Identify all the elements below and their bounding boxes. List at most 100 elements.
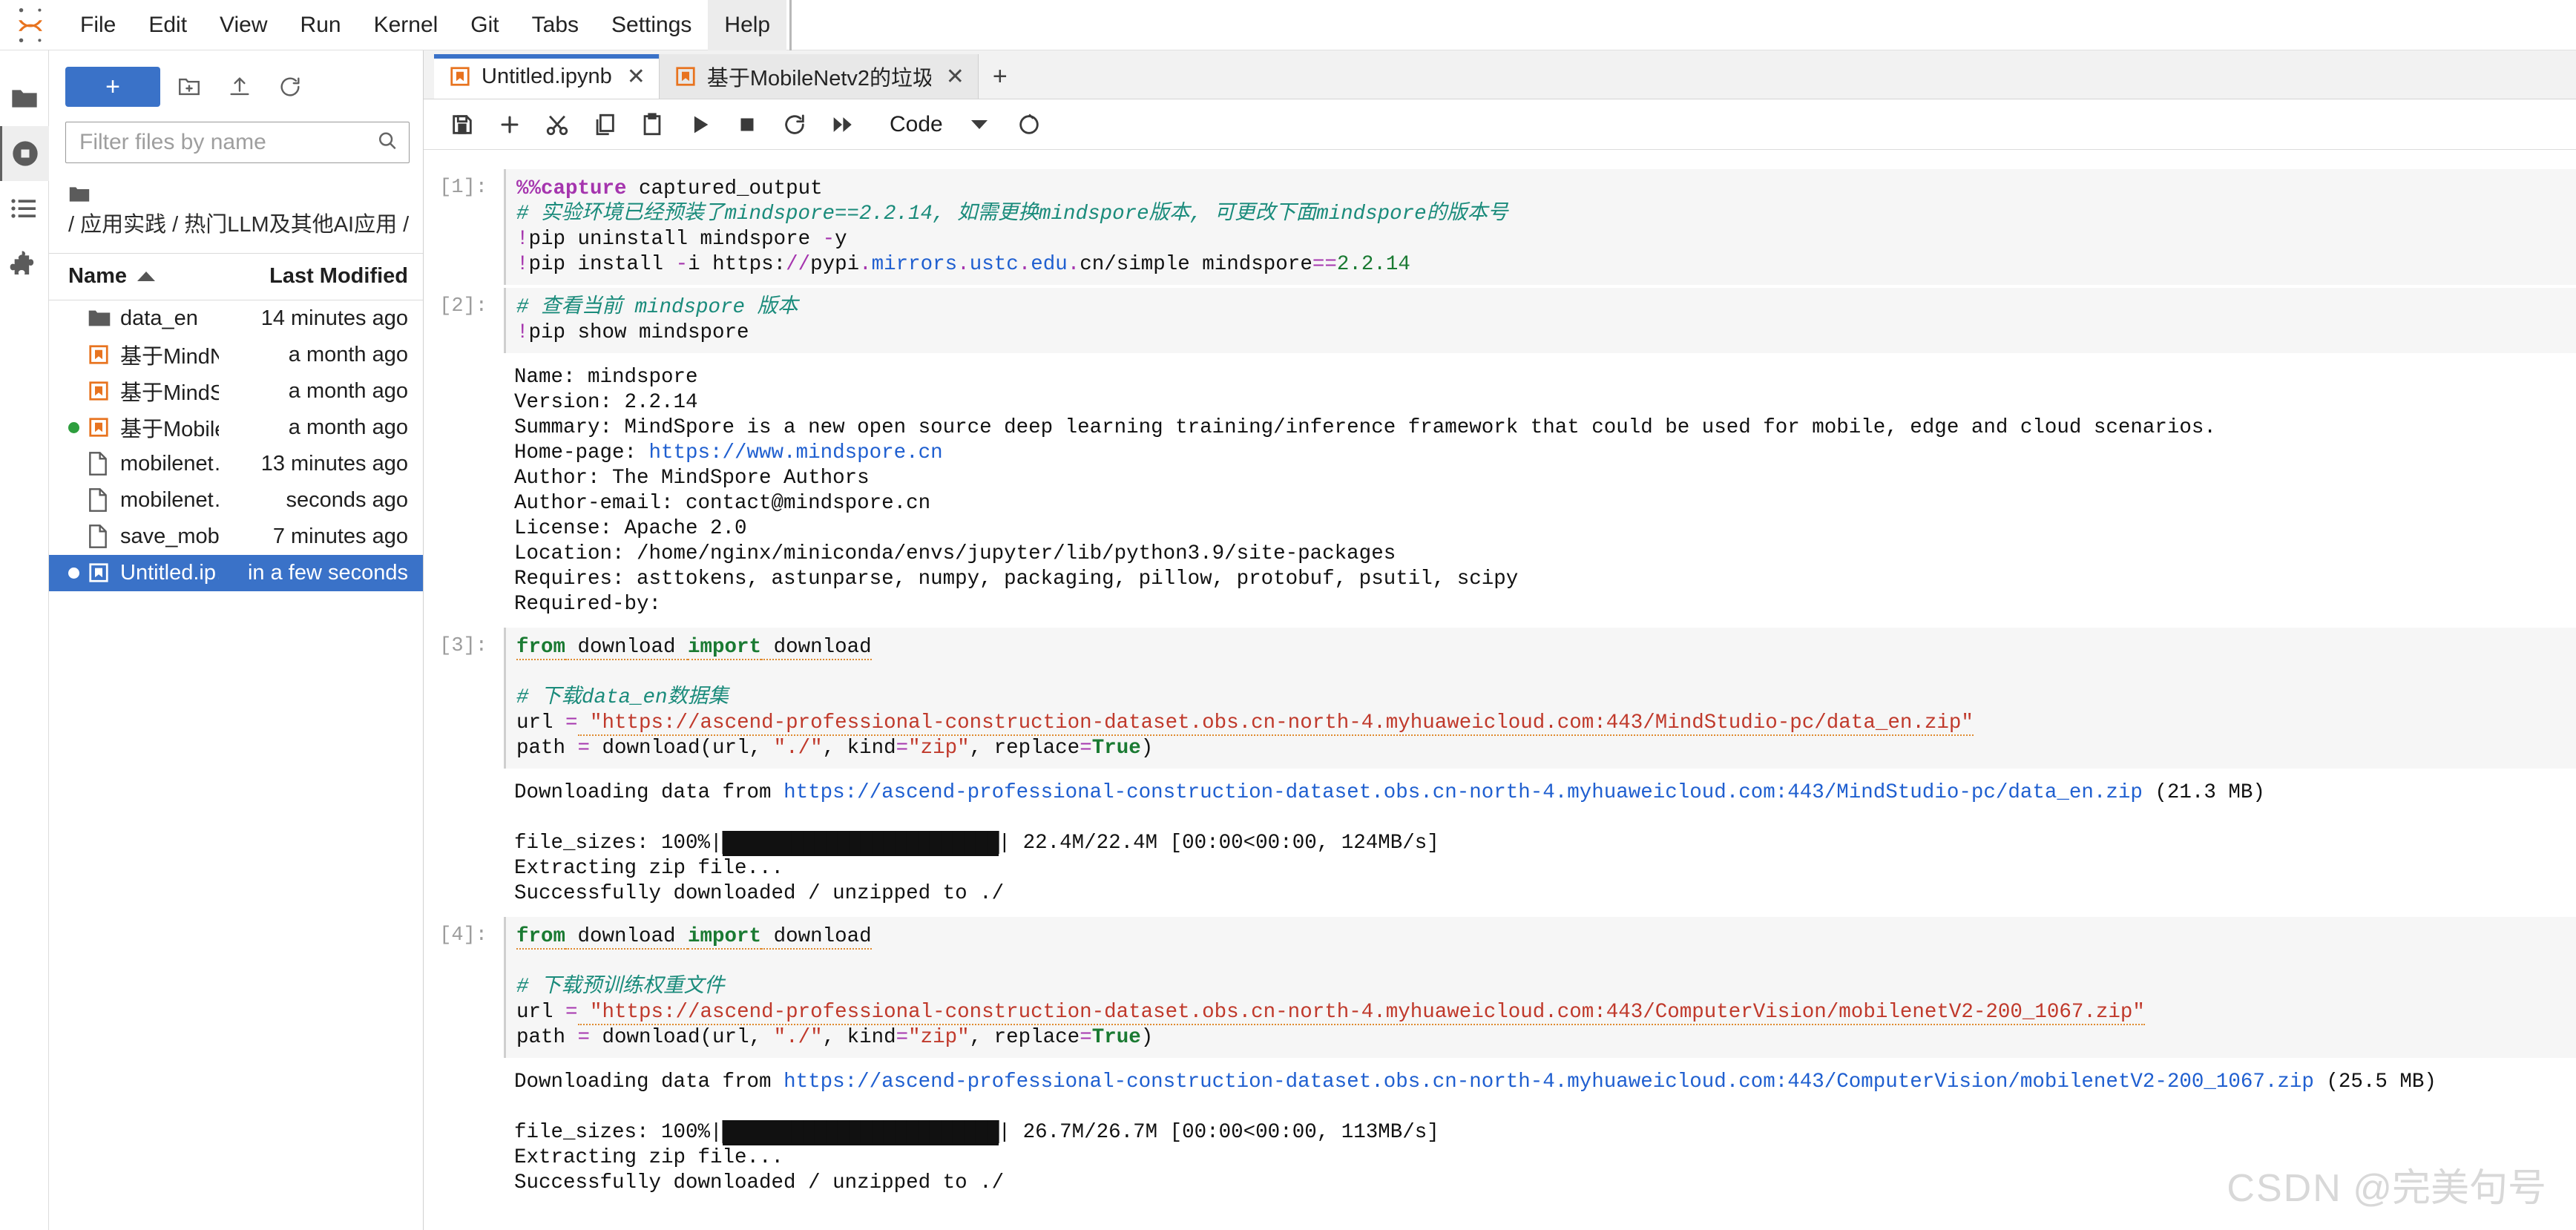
cell-input[interactable]: # 查看当前 mindspore 版本 !pip show mindspore	[504, 288, 2576, 353]
code-line: Author: The MindSpore Authors	[514, 466, 2576, 491]
upload-button[interactable]	[218, 67, 261, 107]
code-token: ustc	[969, 253, 1019, 276]
insert-cell-button[interactable]	[489, 104, 530, 145]
search-icon	[376, 130, 398, 156]
code-token: , kind	[822, 737, 896, 760]
cell-type-select[interactable]: Code	[890, 112, 988, 137]
sidebar-item-file-browser[interactable]	[0, 71, 49, 126]
menu-item-settings[interactable]: Settings	[595, 0, 708, 50]
code-line: # 查看当前 mindspore 版本	[516, 295, 2576, 320]
menu-item-help[interactable]: Help	[708, 0, 787, 50]
notebook-cell[interactable]: [2]: # 查看当前 mindspore 版本 !pip show mindspo…	[424, 288, 2576, 625]
close-icon[interactable]: ✕	[946, 64, 965, 90]
jupyter-logo-icon	[13, 6, 47, 45]
code-token: import	[688, 925, 762, 950]
code-token: =	[577, 1026, 591, 1049]
kernel-status-indicator[interactable]	[1008, 104, 1050, 145]
jupyterlab-window: File Edit View Run Kernel Git Tabs Setti…	[0, 0, 2576, 1230]
tab-label: Untitled.ipynb	[482, 64, 612, 88]
sidebar-item-running-terminals[interactable]	[0, 126, 49, 181]
list-item[interactable]: 基于Mobile… a month ago	[49, 410, 423, 446]
close-icon[interactable]: ✕	[627, 64, 645, 90]
code-token: pip show mindspore	[528, 321, 749, 344]
code-token: )	[1140, 1026, 1154, 1049]
code-token: //	[786, 253, 811, 276]
list-item[interactable]: mobilenet… seconds ago	[49, 482, 423, 519]
new-launcher-button[interactable]: +	[65, 67, 160, 107]
menu-item-view[interactable]: View	[203, 0, 283, 50]
column-header-name[interactable]: Name	[68, 264, 223, 289]
list-item[interactable]: Untitled.ip… in a few seconds	[49, 554, 423, 591]
menu-item-kernel[interactable]: Kernel	[358, 0, 455, 50]
sort-ascending-icon	[137, 272, 155, 282]
notebook-icon	[88, 562, 120, 584]
new-folder-button[interactable]	[168, 67, 211, 107]
list-item[interactable]: save_mobi… 7 minutes ago	[49, 519, 423, 555]
save-button[interactable]	[441, 104, 483, 145]
new-tab-button[interactable]: +	[979, 54, 1022, 99]
code-line: from download import download	[516, 635, 2576, 660]
cell-input[interactable]: from download import download # 下载预训练权重文…	[504, 917, 2576, 1058]
chevron-down-icon	[970, 119, 988, 129]
list-item-modified: a month ago	[288, 415, 408, 439]
list-item-modified: seconds ago	[286, 487, 408, 512]
new-launcher-label: +	[105, 73, 120, 101]
list-item[interactable]: 基于MindS… a month ago	[49, 373, 423, 410]
menu-item-tabs[interactable]: Tabs	[516, 0, 595, 50]
search-input[interactable]	[66, 122, 409, 162]
code-line: !pip show mindspore	[516, 320, 2576, 346]
list-item[interactable]: 基于MindN… a month ago	[49, 337, 423, 373]
cell-input[interactable]: from download import download # 下载data_e…	[504, 628, 2576, 769]
sidebar-item-table-of-contents[interactable]	[0, 181, 49, 236]
breadcrumb[interactable]: / 应用实践 / 热门LLM及其他AI应用 /	[49, 175, 423, 253]
column-header-last-modified[interactable]: Last Modified	[223, 264, 408, 289]
list-item-label: Untitled.ip…	[120, 560, 219, 585]
tab-untitled-ipynb[interactable]: Untitled.ipynb ✕	[434, 54, 660, 99]
filter-box[interactable]	[65, 122, 410, 163]
cut-button[interactable]	[536, 104, 578, 145]
cell-input[interactable]: %%capture captured_output # 实验环境已经预装了mind…	[504, 169, 2576, 285]
menu-item-run[interactable]: Run	[284, 0, 358, 50]
tab-bar: Untitled.ipynb ✕ 基于MobileNetv2的垃圾分类 ✕ +	[424, 50, 2576, 99]
code-token: y	[835, 228, 847, 251]
folder-icon	[68, 182, 91, 211]
filter-row	[49, 117, 423, 175]
restart-kernel-button[interactable]	[774, 104, 815, 145]
menu-item-edit[interactable]: Edit	[132, 0, 203, 50]
notebook-content[interactable]: [1]: %%capture captured_output # 实验环境已经预装了…	[424, 150, 2576, 1230]
sidebar-item-extension-manager[interactable]	[0, 236, 49, 291]
notebook-icon	[88, 416, 120, 438]
save-icon	[453, 114, 472, 134]
tab-mobilenetv2-notebook[interactable]: 基于MobileNetv2的垃圾分类 ✕	[659, 54, 979, 99]
file-icon	[88, 524, 120, 548]
code-line: path = download(url, "./", kind="zip", r…	[516, 736, 2576, 761]
code-token: =	[577, 737, 591, 760]
menu-item-git[interactable]: Git	[454, 0, 515, 50]
code-token: -	[675, 253, 689, 276]
code-token: path	[516, 737, 578, 760]
code-token: url	[516, 711, 566, 734]
code-line: Summary: MindSpore is a new open source …	[514, 415, 2576, 441]
refresh-button[interactable]	[269, 67, 312, 107]
code-line: url = "https://ascend-professional-const…	[516, 711, 2576, 736]
notebook-cell[interactable]: [3]: from download import download # 下载da…	[424, 628, 2576, 914]
list-item-modified: 13 minutes ago	[260, 451, 408, 476]
menu-label: Git	[470, 12, 499, 37]
paste-button[interactable]	[631, 104, 673, 145]
code-token: Successfully downloaded / unzipped to ./	[514, 1171, 1005, 1194]
stop-button[interactable]	[726, 104, 768, 145]
list-item[interactable]: data_en 14 minutes ago	[49, 300, 423, 337]
list-icon	[10, 199, 36, 218]
notebook-cell[interactable]: [4]: from download import download # 下载预训…	[424, 917, 2576, 1203]
menu-item-file[interactable]: File	[64, 0, 132, 50]
code-line: Location: /home/nginx/miniconda/envs/jup…	[514, 542, 2576, 567]
list-item[interactable]: mobilenet… 13 minutes ago	[49, 446, 423, 482]
cell-body: from download import download # 下载data_e…	[504, 628, 2576, 914]
run-button[interactable]	[679, 104, 720, 145]
notebook-icon	[88, 380, 120, 402]
notebook-cell[interactable]: [1]: %%capture captured_output # 实验环境已经预装了…	[424, 169, 2576, 285]
copy-button[interactable]	[584, 104, 625, 145]
puzzle-icon	[10, 251, 33, 274]
restart-run-all-button[interactable]	[821, 104, 863, 145]
